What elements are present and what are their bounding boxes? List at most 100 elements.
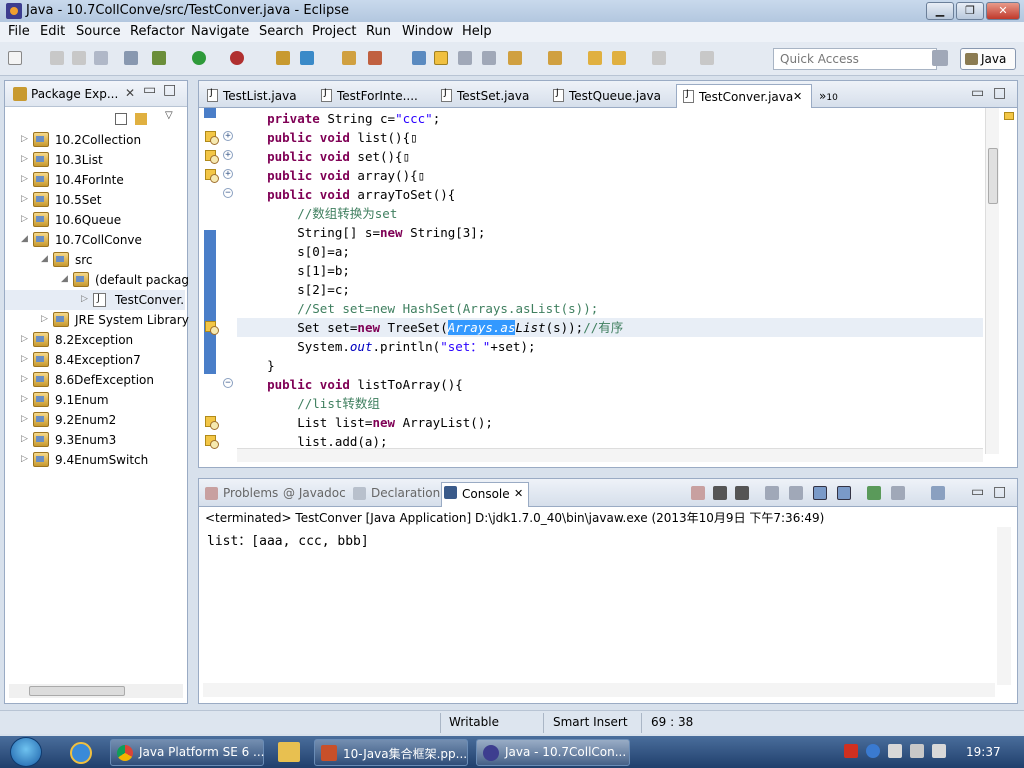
- remove-all-icon[interactable]: [735, 486, 749, 500]
- menu-search[interactable]: Search: [259, 24, 304, 39]
- tree-item[interactable]: ▷ 10.4ForInte: [5, 170, 185, 190]
- tree-item[interactable]: ▷ 10.6Queue: [5, 210, 185, 230]
- expand-arrow-icon[interactable]: ▷: [21, 154, 28, 164]
- taskbar-item-eclipse[interactable]: Java - 10.7CollCon...: [476, 739, 630, 766]
- tree-item[interactable]: ▷ 9.3Enum3: [5, 430, 185, 450]
- internet-explorer-icon[interactable]: [70, 742, 92, 764]
- pin-editor-icon[interactable]: [700, 51, 714, 65]
- taskbar-item-powerpoint[interactable]: 10-Java集合框架.pp...: [314, 739, 468, 766]
- search-icon[interactable]: [368, 51, 382, 65]
- open-console-icon[interactable]: [931, 486, 945, 500]
- tree-item[interactable]: ▷ 9.4EnumSwitch: [5, 450, 185, 470]
- save-icon[interactable]: [50, 51, 64, 65]
- tab-overflow[interactable]: »10: [815, 84, 838, 108]
- expand-fold-icon[interactable]: +: [223, 150, 233, 160]
- menu-source[interactable]: Source: [76, 24, 121, 39]
- collapse-arrow-icon[interactable]: ◢: [61, 274, 68, 284]
- pin-console-icon[interactable]: [867, 486, 881, 500]
- input-method-icon[interactable]: [844, 744, 858, 758]
- open-type-icon[interactable]: [342, 51, 356, 65]
- expand-arrow-icon[interactable]: ▷: [21, 334, 28, 344]
- clear-console-icon[interactable]: [765, 486, 779, 500]
- collapse-all-icon[interactable]: [115, 113, 127, 125]
- tab-declaration[interactable]: Declaration: [351, 484, 440, 506]
- menu-window[interactable]: Window: [402, 24, 453, 39]
- tab-testqueue[interactable]: TestQueue.java: [547, 84, 661, 108]
- collapse-fold-icon[interactable]: −: [223, 378, 233, 388]
- console-output[interactable]: list：[aaa, ccc, bbb]: [207, 530, 369, 549]
- expand-arrow-icon[interactable]: ▷: [41, 314, 48, 324]
- tree-item[interactable]: ▷ 8.6DefException: [5, 370, 185, 390]
- menu-run[interactable]: Run: [366, 24, 391, 39]
- tree-item[interactable]: ▷ 8.4Exception7: [5, 350, 185, 370]
- horizontal-scrollbar[interactable]: [9, 684, 183, 698]
- network-icon[interactable]: [910, 744, 924, 758]
- expand-fold-icon[interactable]: +: [223, 131, 233, 141]
- console-vertical-scrollbar[interactable]: [997, 527, 1011, 685]
- menu-help[interactable]: Help: [462, 24, 492, 39]
- tree-item[interactable]: ◢ src: [5, 250, 185, 270]
- show-stderr-icon[interactable]: [837, 486, 851, 500]
- menu-edit[interactable]: Edit: [40, 24, 65, 39]
- new-java-project-icon[interactable]: [276, 51, 290, 65]
- file-explorer-icon[interactable]: [278, 742, 300, 762]
- print-icon[interactable]: [94, 51, 108, 65]
- tree-item[interactable]: ▷ 9.2Enum2: [5, 410, 185, 430]
- menu-refactor[interactable]: Refactor: [130, 24, 185, 39]
- scroll-lock-icon[interactable]: [789, 486, 803, 500]
- close-tab-icon[interactable]: ✕: [793, 90, 802, 103]
- tree-item[interactable]: ▷ 10.5Set: [5, 190, 185, 210]
- editor-vertical-scrollbar[interactable]: [985, 108, 999, 454]
- start-button[interactable]: [10, 737, 42, 767]
- clock[interactable]: 19:37: [966, 745, 1001, 759]
- expand-arrow-icon[interactable]: ▷: [21, 134, 28, 144]
- tab-testconver[interactable]: TestConver.java✕: [676, 84, 812, 108]
- expand-arrow-icon[interactable]: ▷: [21, 214, 28, 224]
- expand-arrow-icon[interactable]: ▷: [21, 174, 28, 184]
- save-all-icon[interactable]: [72, 51, 86, 65]
- quick-access-input[interactable]: Quick Access: [773, 48, 937, 70]
- tab-javadoc[interactable]: @ Javadoc: [269, 484, 346, 506]
- show-stdout-icon[interactable]: [813, 486, 827, 500]
- next-annotation-icon[interactable]: [508, 51, 522, 65]
- minimize-editor-icon[interactable]: ▭: [971, 85, 984, 101]
- editor-horizontal-scrollbar[interactable]: [237, 448, 983, 462]
- highlight-icon[interactable]: [434, 51, 448, 65]
- menu-file[interactable]: File: [8, 24, 30, 39]
- help-icon[interactable]: [866, 744, 880, 758]
- expand-arrow-icon[interactable]: ▷: [21, 354, 28, 364]
- open-perspective-icon[interactable]: [932, 50, 948, 66]
- minimize-view-icon[interactable]: ▭: [143, 82, 156, 98]
- overview-ruler[interactable]: [1001, 108, 1017, 454]
- display-console-icon[interactable]: [891, 486, 905, 500]
- tree-item[interactable]: ◢ (default packag: [5, 270, 189, 290]
- toggle-mark-icon[interactable]: [412, 51, 426, 65]
- block-select-icon[interactable]: [458, 51, 472, 65]
- taskbar-item-chrome[interactable]: Java Platform SE 6 ...: [110, 739, 265, 766]
- collapse-arrow-icon[interactable]: ◢: [41, 254, 48, 264]
- previous-annotation-icon[interactable]: [548, 51, 562, 65]
- debug-icon[interactable]: [152, 51, 166, 65]
- close-tab-icon[interactable]: ✕: [514, 487, 523, 500]
- show-whitespace-icon[interactable]: [482, 51, 496, 65]
- tree-item[interactable]: ▷ 9.1Enum: [5, 390, 185, 410]
- expand-arrow-icon[interactable]: ▷: [21, 414, 28, 424]
- terminate-icon[interactable]: [691, 486, 705, 500]
- expand-arrow-icon[interactable]: ▷: [21, 394, 28, 404]
- external-tools-icon[interactable]: [230, 51, 244, 65]
- tab-testforinte[interactable]: TestForInte....: [315, 84, 418, 108]
- tree-item[interactable]: ▷ 8.2Exception: [5, 330, 185, 350]
- tree-item[interactable]: ▷ TestConver.: [5, 290, 185, 310]
- run-icon[interactable]: [192, 51, 206, 65]
- collapse-arrow-icon[interactable]: ◢: [21, 234, 28, 244]
- new-package-icon[interactable]: [300, 51, 314, 65]
- close-view-icon[interactable]: ✕: [125, 86, 135, 100]
- expand-arrow-icon[interactable]: ▷: [21, 454, 28, 464]
- tab-testset[interactable]: TestSet.java: [435, 84, 529, 108]
- minimize-console-icon[interactable]: ▭: [971, 484, 984, 500]
- tray-icon[interactable]: [888, 744, 902, 758]
- remove-launch-icon[interactable]: [713, 486, 727, 500]
- expand-arrow-icon[interactable]: ▷: [81, 294, 88, 304]
- maximize-editor-icon[interactable]: □: [993, 85, 1006, 101]
- code-area[interactable]: + + + − − private String c="ccc"; public…: [199, 108, 1017, 454]
